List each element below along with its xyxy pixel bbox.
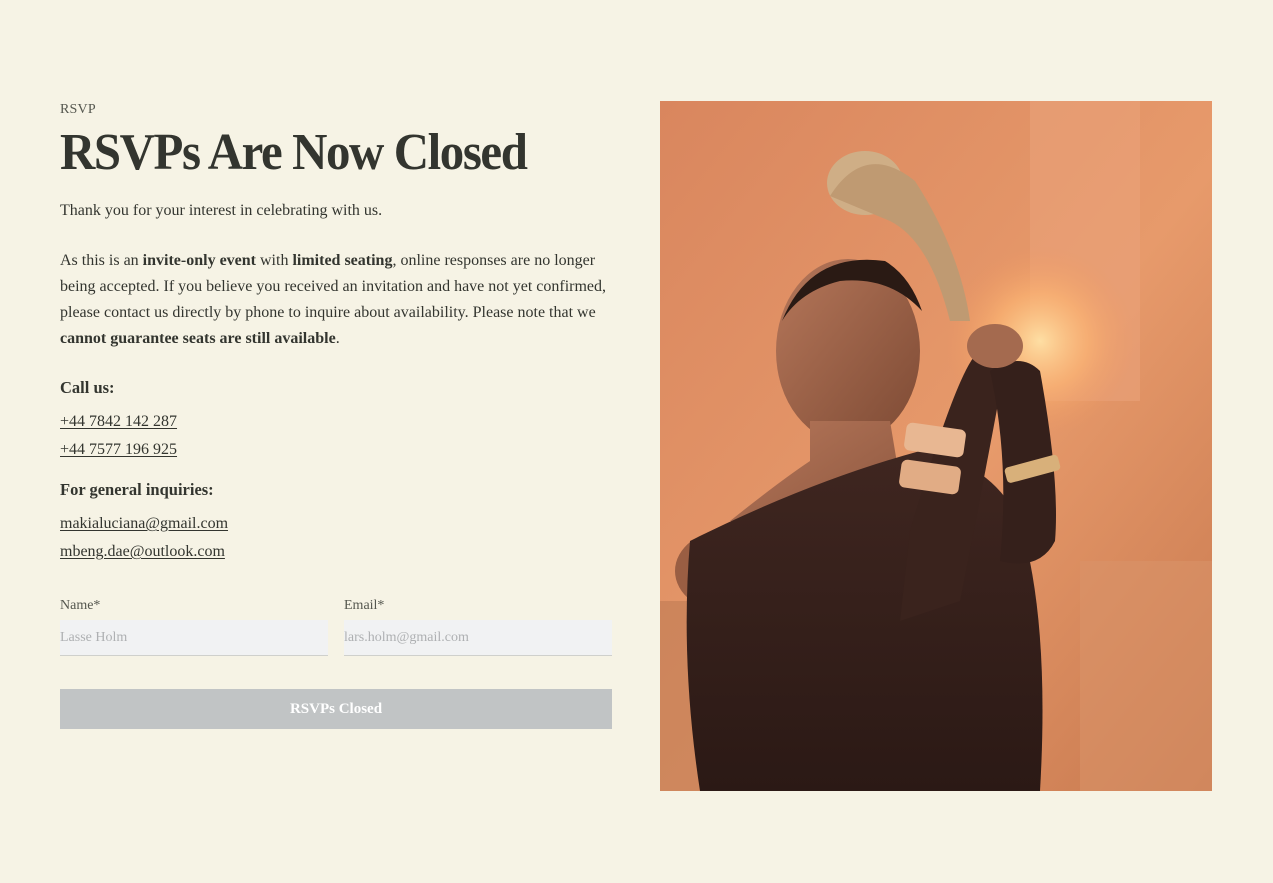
name-input[interactable] (60, 620, 328, 656)
paragraph-emphasis: invite-only event (142, 252, 256, 269)
call-us-label: Call us: (60, 378, 115, 397)
email-field-group: Email* (344, 596, 612, 656)
section-eyebrow: RSVP (60, 102, 96, 117)
paragraph-text: As this is an (60, 252, 143, 269)
email-link[interactable]: makialuciana@gmail.com (60, 510, 612, 538)
closure-paragraph: As this is an invite-only event with lim… (60, 248, 612, 352)
paragraph-emphasis: limited seating (292, 252, 393, 269)
phone-link[interactable]: +44 7842 142 287 (60, 408, 612, 436)
email-link[interactable]: mbeng.dae@outlook.com (60, 538, 612, 566)
phone-list: +44 7842 142 287 +44 7577 196 925 (60, 408, 612, 464)
portrait-photo (660, 101, 1212, 791)
email-input[interactable] (344, 620, 612, 656)
phone-link[interactable]: +44 7577 196 925 (60, 436, 612, 464)
email-label: Email* (344, 598, 385, 613)
rsvp-info-column: RSVP RSVPs Are Now Closed Thank you for … (60, 100, 612, 566)
paragraph-text: . (335, 330, 340, 347)
lead-text: Thank you for your interest in celebrati… (60, 202, 383, 219)
paragraph-emphasis: cannot guarantee seats are still availab… (60, 330, 336, 347)
page-title: RSVPs Are Now Closed (60, 124, 528, 181)
name-label: Name* (60, 598, 101, 613)
inquiries-label: For general inquiries: (60, 480, 214, 499)
email-list: makialuciana@gmail.com mbeng.dae@outlook… (60, 510, 612, 566)
name-field-group: Name* (60, 596, 328, 656)
rsvps-closed-button[interactable]: RSVPs Closed (60, 689, 612, 729)
paragraph-text: with (256, 252, 293, 269)
